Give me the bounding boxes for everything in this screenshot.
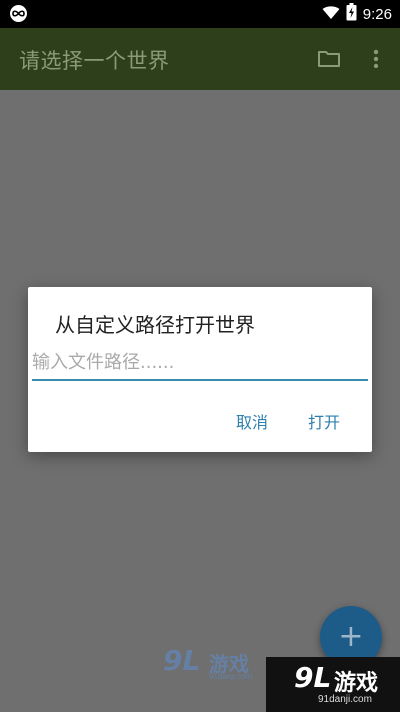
status-time: 9:26: [362, 5, 392, 23]
dialog-title: 从自定义路径打开世界: [55, 313, 255, 337]
status-bar: 9:26: [0, 0, 400, 28]
open-button[interactable]: 打开: [302, 405, 346, 437]
watermark-logo: 9L: [163, 644, 201, 677]
toolbar: 请选择一个世界: [0, 28, 400, 90]
more-vert-icon[interactable]: [366, 47, 386, 71]
watermark-corner-text: 游戏: [334, 671, 379, 696]
watermark-corner-url: 91danji.com: [318, 694, 372, 705]
app-notification-icon: [10, 5, 27, 22]
wifi-icon: [322, 5, 340, 24]
folder-icon[interactable]: [317, 47, 341, 71]
watermark-corner-logo: 9L: [294, 661, 332, 694]
toolbar-title: 请选择一个世界: [19, 49, 170, 73]
battery-charging-icon: [346, 3, 357, 25]
watermark-center: 9L 游戏 91danji.com: [163, 644, 263, 684]
screen: 9:26 请选择一个世界 从自定义路径打开世界 取消 打开 + 9L 游戏: [0, 0, 400, 712]
cancel-button[interactable]: 取消: [230, 405, 274, 437]
watermark-url: 91danji.com: [209, 672, 253, 681]
watermark-corner: 9L 游戏 91danji.com: [266, 657, 400, 712]
file-path-input[interactable]: [32, 345, 368, 381]
open-path-dialog: 从自定义路径打开世界 取消 打开: [28, 287, 372, 452]
status-right: 9:26: [322, 0, 392, 28]
